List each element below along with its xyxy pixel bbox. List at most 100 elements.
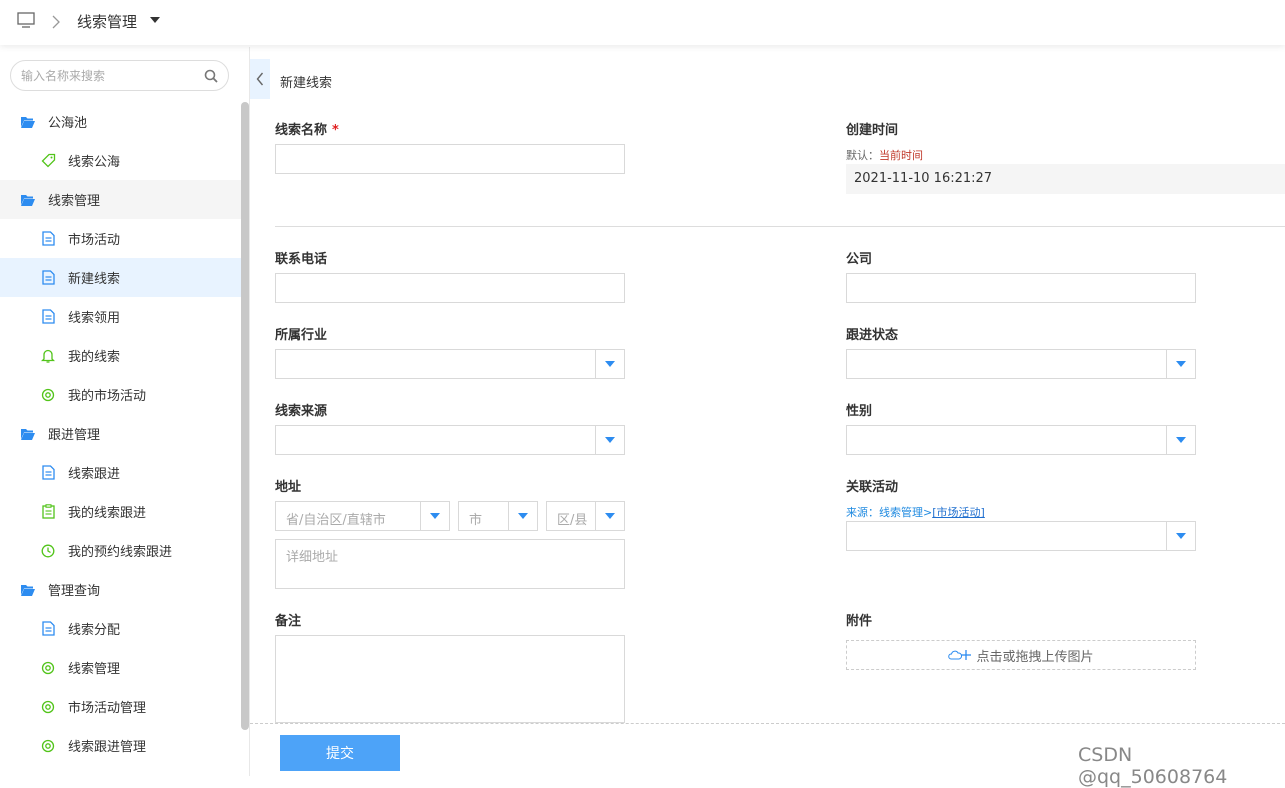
sidebar-item-my-leads[interactable]: 我的线索 xyxy=(0,336,241,375)
created-time-hint: 默认：当前时间 xyxy=(846,147,923,163)
industry-select[interactable] xyxy=(275,349,625,379)
search-input[interactable] xyxy=(21,67,191,85)
sidebar-item-label: 线索领用 xyxy=(68,311,121,326)
sidebar-item-lead-manage[interactable]: 线索管理 xyxy=(0,648,241,687)
sidebar-item-follow-up-manage[interactable]: 线索跟进管理 xyxy=(0,726,241,765)
related-activity-label: 关联活动 xyxy=(846,480,899,495)
cloud-upload-icon xyxy=(948,649,972,661)
city-select[interactable]: 市 xyxy=(458,501,538,531)
dropdown-arrow[interactable] xyxy=(595,350,624,378)
sidebar-item-market-activity-manage[interactable]: 市场活动管理 xyxy=(0,687,241,726)
sidebar-menu: 公海池 线索公海 线索管理 市场活动 新建线索 线索领用 我的线索 我的市场活动… xyxy=(0,102,241,765)
sidebar-item-label: 市场活动管理 xyxy=(68,701,147,716)
upload-text: 点击或拖拽上传图片 xyxy=(976,649,1094,665)
breadcrumb-title[interactable]: 线索管理 xyxy=(77,11,137,32)
document-icon xyxy=(40,270,56,286)
sidebar-group-management-query[interactable]: 管理查询 xyxy=(0,570,241,609)
related-activity-hint: 来源：线索管理>[市场活动] xyxy=(846,504,985,520)
clipboard-icon xyxy=(40,504,56,520)
dropdown-arrow[interactable] xyxy=(1166,350,1195,378)
district-placeholder: 区/县 xyxy=(557,513,588,528)
main-content: 新建线索 线索名称 * 创建时间 默认：当前时间 2021-11-10 16:21… xyxy=(250,47,1285,788)
remark-input[interactable] xyxy=(275,635,625,723)
created-time-value: 2021-11-10 16:21:27 xyxy=(846,164,1285,194)
caret-down-icon xyxy=(1176,437,1186,443)
upload-area[interactable]: 点击或拖拽上传图片 xyxy=(846,640,1196,670)
sidebar-item-label: 线索跟进管理 xyxy=(68,740,147,755)
sidebar-item-label: 跟进管理 xyxy=(48,428,101,443)
sidebar-item-my-scheduled-follow-up[interactable]: 我的预约线索跟进 xyxy=(0,531,241,570)
company-input[interactable] xyxy=(846,273,1196,303)
province-select[interactable]: 省/自治区/直辖市 xyxy=(275,501,450,531)
target-icon xyxy=(40,387,56,403)
caret-down-icon xyxy=(430,513,440,519)
submit-button[interactable]: 提交 xyxy=(280,735,400,771)
dropdown-arrow[interactable] xyxy=(1166,522,1195,550)
lead-source-select[interactable] xyxy=(275,425,625,455)
monitor-icon[interactable] xyxy=(17,12,35,28)
sidebar-item-new-lead[interactable]: 新建线索 xyxy=(0,258,241,297)
sidebar-item-label: 线索分配 xyxy=(68,623,121,638)
sidebar-item-label: 我的线索跟进 xyxy=(68,506,147,521)
caret-down-icon xyxy=(518,513,528,519)
sidebar-item-market-activity[interactable]: 市场活动 xyxy=(0,219,241,258)
attachment-label: 附件 xyxy=(846,614,873,629)
sidebar-item-label: 新建线索 xyxy=(68,272,121,287)
search-icon[interactable] xyxy=(204,69,218,83)
collapse-sidebar-button[interactable] xyxy=(250,59,270,99)
sidebar-item-label: 我的线索 xyxy=(68,350,121,365)
industry-label: 所属行业 xyxy=(275,328,328,343)
follow-status-label: 跟进状态 xyxy=(846,328,899,343)
sidebar-item-lead-pool[interactable]: 线索公海 xyxy=(0,141,241,180)
target-icon xyxy=(40,738,56,754)
follow-status-select[interactable] xyxy=(846,349,1196,379)
gender-select[interactable] xyxy=(846,425,1196,455)
sidebar-item-lead-assignment[interactable]: 线索分配 xyxy=(0,609,241,648)
gender-label: 性别 xyxy=(846,404,873,419)
caret-down-icon[interactable] xyxy=(150,17,160,23)
sidebar-item-label: 线索公海 xyxy=(68,155,121,170)
related-activity-select[interactable] xyxy=(846,521,1196,551)
sidebar-item-my-market-activity[interactable]: 我的市场活动 xyxy=(0,375,241,414)
district-select[interactable]: 区/县 xyxy=(546,501,625,531)
lead-name-input[interactable] xyxy=(275,144,625,174)
document-icon xyxy=(40,465,56,481)
address-detail-input[interactable] xyxy=(275,539,625,589)
sidebar-item-lead-claim[interactable]: 线索领用 xyxy=(0,297,241,336)
sidebar-search xyxy=(10,60,229,91)
dropdown-arrow[interactable] xyxy=(595,502,624,530)
address-label: 地址 xyxy=(275,480,302,495)
sidebar-item-label: 管理查询 xyxy=(48,584,101,599)
target-icon xyxy=(40,660,56,676)
created-hint-prefix: 默认： xyxy=(846,149,879,162)
dropdown-arrow[interactable] xyxy=(595,426,624,454)
phone-label: 联系电话 xyxy=(275,252,328,267)
dropdown-arrow[interactable] xyxy=(1166,426,1195,454)
sidebar-item-label: 我的预约线索跟进 xyxy=(68,545,173,560)
form-footer: 提交 CSDN @qq_50608764 xyxy=(250,723,1285,788)
sidebar-item-label: 线索管理 xyxy=(48,194,101,209)
bell-icon xyxy=(40,348,56,364)
phone-input[interactable] xyxy=(275,273,625,303)
caret-down-icon xyxy=(605,361,615,367)
lead-source-label: 线索来源 xyxy=(275,404,328,419)
folder-open-icon xyxy=(20,114,36,130)
dropdown-arrow[interactable] xyxy=(508,502,537,530)
document-icon xyxy=(40,309,56,325)
created-time-label: 创建时间 xyxy=(846,123,899,138)
target-icon xyxy=(40,699,56,715)
chevron-right-icon xyxy=(52,15,60,29)
market-activity-link[interactable]: [市场活动] xyxy=(932,506,985,519)
sidebar-item-label: 市场活动 xyxy=(68,233,121,248)
sidebar-item-my-lead-follow-up[interactable]: 我的线索跟进 xyxy=(0,492,241,531)
dropdown-arrow[interactable] xyxy=(420,502,449,530)
sidebar-group-lead-management[interactable]: 线索管理 xyxy=(0,180,241,219)
created-hint-value: 当前时间 xyxy=(879,149,923,162)
page-title: 新建线索 xyxy=(280,76,333,91)
sidebar-scrollbar[interactable] xyxy=(241,102,249,730)
sidebar: 公海池 线索公海 线索管理 市场活动 新建线索 线索领用 我的线索 我的市场活 xyxy=(0,47,250,776)
sidebar-group-public-pool[interactable]: 公海池 xyxy=(0,102,241,141)
sidebar-group-follow-up[interactable]: 跟进管理 xyxy=(0,414,241,453)
lead-name-label-text: 线索名称 xyxy=(275,123,328,138)
sidebar-item-lead-follow-up[interactable]: 线索跟进 xyxy=(0,453,241,492)
